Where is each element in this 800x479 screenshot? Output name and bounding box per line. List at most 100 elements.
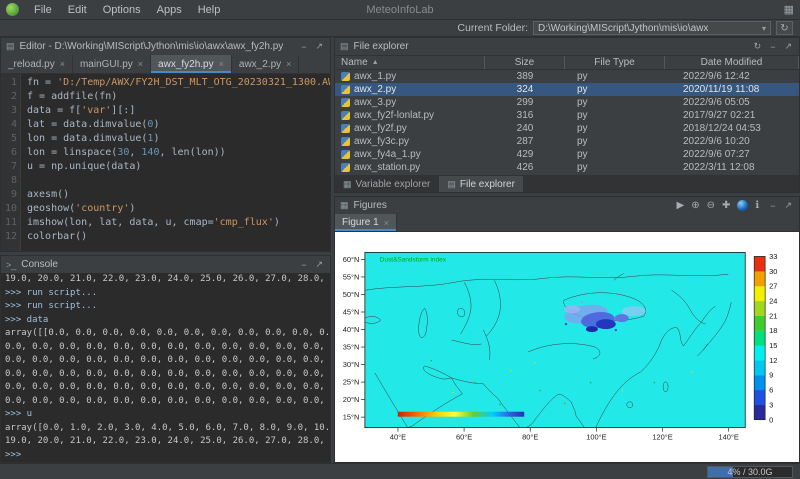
maximize-panel-icon[interactable]: ↗ xyxy=(782,41,794,52)
file-name: awx_station.py xyxy=(354,162,420,173)
code-line: u = np.unique(data) xyxy=(27,160,330,174)
lat-tick-label: 45°N xyxy=(343,308,360,317)
map-figure[interactable]: 60°N55°N50°N45°N40°N35°N30°N25°N20°N15°N… xyxy=(335,232,799,462)
float-panel-icon[interactable]: − xyxy=(768,42,777,52)
identify-icon[interactable]: ℹ xyxy=(755,200,759,211)
editor-tab-label: mainGUI.py xyxy=(80,59,133,70)
close-figure-icon[interactable]: × xyxy=(384,218,389,228)
editor-tab[interactable]: awx_2.py× xyxy=(232,55,300,73)
float-panel-icon[interactable]: − xyxy=(768,201,777,211)
colorbar-tick-label: 24 xyxy=(769,297,777,306)
file-date: 2018/12/24 04:53 xyxy=(665,123,799,134)
editor-title: Editor - D:\Working\MIScript\Jython\mis\… xyxy=(20,41,295,52)
refresh-icon[interactable]: ↻ xyxy=(752,41,764,52)
figure-canvas[interactable]: 60°N55°N50°N45°N40°N35°N30°N25°N20°N15°N… xyxy=(335,232,799,462)
status-bar: 4% / 30.0G xyxy=(0,463,800,479)
file-type: py xyxy=(565,162,665,173)
code-editor[interactable]: 123456789101112 fn = 'D:/Temp/AWX/FY2H_D… xyxy=(1,74,330,251)
pan-icon[interactable]: ✚ xyxy=(722,200,730,211)
close-tab-icon[interactable]: × xyxy=(286,59,291,69)
low-latitude-band xyxy=(398,412,524,417)
app-logo-icon xyxy=(6,3,19,16)
lon-tick-label: 80°E xyxy=(522,433,538,442)
code-line: lon = linspace(30, 140, len(lon)) xyxy=(27,146,330,160)
editor-tab[interactable]: awx_fy2h.py× xyxy=(151,55,232,73)
console-output[interactable]: 19.0, 20.0, 21.0, 22.0, 23.0, 24.0, 25.0… xyxy=(1,273,330,462)
console-line: 0.0, 0.0, 0.0, 0.0, 0.0, 0.0, 0.0, 0.0, … xyxy=(5,341,326,355)
colorbar-segment xyxy=(754,375,765,390)
code-line: lat = data.dimvalue(0) xyxy=(27,118,330,132)
right-column: ▤ File explorer ↻ − ↗ Name▲SizeFile Type… xyxy=(334,37,800,463)
colorbar-tick-label: 12 xyxy=(769,356,777,365)
line-number-gutter: 123456789101112 xyxy=(1,74,21,251)
figure-toolbar: ▶ ⊕ ⊖ ✚ ℹ xyxy=(677,200,760,211)
menu-items: FileEditOptionsAppsHelp xyxy=(26,3,228,17)
file-date: 2022/9/6 05:05 xyxy=(665,97,799,108)
close-tab-icon[interactable]: × xyxy=(60,59,65,69)
memory-gauge[interactable]: 4% / 30.0G xyxy=(707,466,793,478)
explorer-tab-variable[interactable]: ▦Variable explorer xyxy=(335,176,439,192)
lon-tick-label: 120°E xyxy=(652,433,672,442)
file-row[interactable]: awx_3.py299py2022/9/6 05:05 xyxy=(335,96,799,109)
close-tab-icon[interactable]: × xyxy=(138,59,143,69)
maximize-panel-icon[interactable]: ↗ xyxy=(313,41,325,52)
file-row[interactable]: awx_fy4a_1.py429py2022/9/6 07:27 xyxy=(335,148,799,161)
float-panel-icon[interactable]: − xyxy=(299,260,308,270)
refresh-folder-button[interactable]: ↻ xyxy=(776,21,793,35)
zoom-in-icon[interactable]: ⊕ xyxy=(691,200,699,211)
menu-item-file[interactable]: File xyxy=(26,3,60,17)
column-header-name[interactable]: Name▲ xyxy=(335,56,485,69)
line-number: 6 xyxy=(1,146,17,160)
menu-item-edit[interactable]: Edit xyxy=(60,3,95,17)
code-line: axesm() xyxy=(27,188,330,202)
console-line: array([0.0, 1.0, 2.0, 3.0, 4.0, 5.0, 6.0… xyxy=(5,422,326,436)
folder-path-combo[interactable]: D:\Working\MIScript\Jython\mis\io\awx ▾ xyxy=(533,21,771,35)
globe-icon[interactable] xyxy=(737,200,748,211)
column-header-date[interactable]: Date Modified xyxy=(665,56,799,69)
column-label: Name xyxy=(341,57,368,68)
chart-icon: ▦ xyxy=(340,200,349,211)
line-number: 9 xyxy=(1,188,17,202)
line-number: 8 xyxy=(1,174,17,188)
colorbar-tick-label: 9 xyxy=(769,371,773,380)
figure-tab[interactable]: Figure 1 × xyxy=(335,214,397,231)
colorbar-segment xyxy=(754,301,765,316)
menu-item-apps[interactable]: Apps xyxy=(149,3,190,17)
line-number: 7 xyxy=(1,160,17,174)
float-panel-icon[interactable]: − xyxy=(299,42,308,52)
lat-tick-label: 30°N xyxy=(343,360,360,369)
file-size: 426 xyxy=(485,162,565,173)
file-size: 240 xyxy=(485,123,565,134)
colorbar-segment xyxy=(754,405,765,420)
file-row[interactable]: awx_1.py389py2022/9/6 12:42 xyxy=(335,70,799,83)
lon-tick-label: 40°E xyxy=(390,433,406,442)
file-row[interactable]: awx_fy3c.py287py2022/9/6 10:20 xyxy=(335,135,799,148)
file-name-cell: awx_fy3c.py xyxy=(335,136,485,147)
chevron-down-icon[interactable]: ▾ xyxy=(762,24,766,33)
column-header-size[interactable]: Size xyxy=(485,56,565,69)
file-name: awx_fy4a_1.py xyxy=(354,149,421,160)
file-row[interactable]: awx_fy2f.py240py2018/12/24 04:53 xyxy=(335,122,799,135)
file-size: 316 xyxy=(485,110,565,121)
explorer-tab-file[interactable]: ▤File explorer xyxy=(439,176,524,192)
menu-item-options[interactable]: Options xyxy=(95,3,149,17)
colorbar-segment xyxy=(754,256,765,271)
maximize-panel-icon[interactable]: ↗ xyxy=(313,259,325,270)
editor-tab[interactable]: _reload.py × xyxy=(1,55,73,73)
editor-header: ▤ Editor - D:\Working\MIScript\Jython\mi… xyxy=(1,38,330,55)
editor-tab-label: _reload.py xyxy=(8,59,55,70)
column-header-type[interactable]: File Type xyxy=(565,56,665,69)
zoom-out-icon[interactable]: ⊖ xyxy=(707,200,715,211)
file-row[interactable]: awx_2.py324py2020/11/19 11:08 xyxy=(335,83,799,96)
window-layout-icon[interactable]: ▦ xyxy=(784,3,794,16)
editor-panel: ▤ Editor - D:\Working\MIScript\Jython\mi… xyxy=(0,37,331,252)
close-tab-icon[interactable]: × xyxy=(219,59,224,69)
select-tool-icon[interactable]: ▶ xyxy=(677,200,685,211)
file-name-cell: awx_2.py xyxy=(335,84,485,95)
file-row[interactable]: awx_fy2f-lonlat.py316py2017/9/27 02:21 xyxy=(335,109,799,122)
maximize-panel-icon[interactable]: ↗ xyxy=(782,200,794,211)
python-file-icon xyxy=(341,72,350,81)
file-row[interactable]: awx_station.py426py2022/3/11 12:08 xyxy=(335,161,799,174)
menu-item-help[interactable]: Help xyxy=(190,3,229,17)
editor-tab[interactable]: mainGUI.py × xyxy=(73,55,151,73)
